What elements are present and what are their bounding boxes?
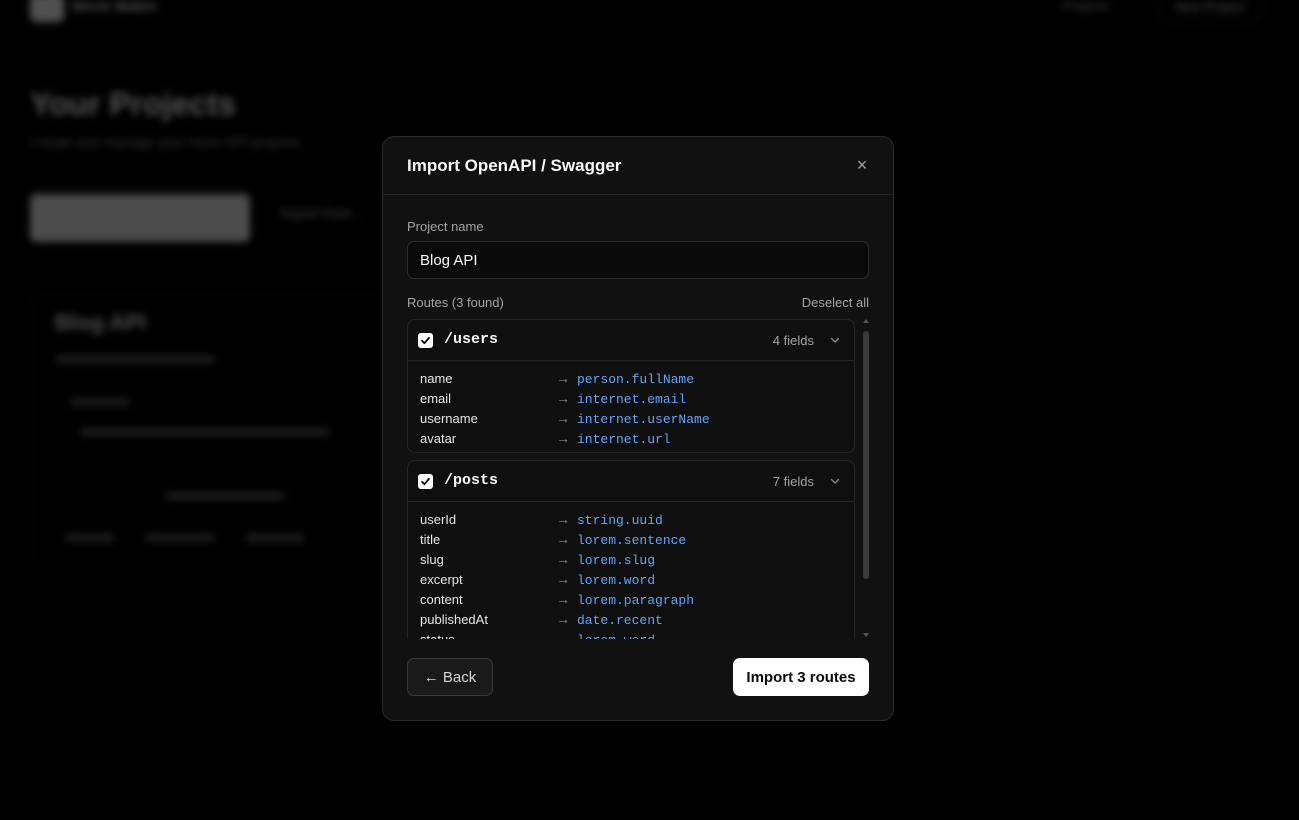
routes-list[interactable]: /users 4 fields name → person.fullName ema… — [407, 319, 870, 639]
page-subtitle: Create and manage your mock API projects — [30, 134, 301, 150]
new-project-nav-button: New Project — [1158, 0, 1263, 21]
field-name: userId — [420, 512, 457, 527]
faker-type: lorem.paragraph — [577, 593, 695, 608]
page-title: Your Projects — [30, 86, 236, 122]
route-path: /posts — [444, 472, 499, 489]
routes-count-label: Routes (3 found) — [407, 295, 504, 310]
field-row: publishedAt → date.recent — [420, 610, 842, 630]
faker-type: internet.userName — [577, 412, 710, 427]
scroll-up-arrow-icon[interactable] — [863, 319, 869, 323]
arrow-icon: → — [556, 571, 570, 587]
faker-type: lorem.slug — [577, 553, 656, 568]
faker-type: lorem.word — [577, 573, 656, 588]
field-row: name → person.fullName — [420, 369, 842, 389]
chevron-down-icon[interactable] — [828, 474, 842, 488]
arrow-icon: → — [556, 551, 570, 567]
faker-type: string.uuid — [577, 513, 663, 528]
project-name-label: Project name — [407, 219, 484, 234]
field-name: name — [420, 371, 453, 386]
app-brand: Mock Maker — [72, 0, 158, 15]
route-header[interactable]: /posts 7 fields — [408, 461, 854, 502]
project-name-input[interactable] — [407, 241, 869, 279]
import-link: Import from... — [280, 205, 364, 221]
field-name: email — [420, 391, 452, 406]
deselect-all-button[interactable]: Deselect all — [802, 295, 869, 310]
route-field-count: 4 fields — [772, 333, 814, 348]
app-logo — [30, 0, 64, 22]
field-name: content — [420, 592, 463, 607]
field-row: email → internet.email — [420, 389, 842, 409]
field-name: title — [420, 532, 441, 547]
field-row: avatar → internet.url — [420, 429, 842, 449]
placeholder-line — [70, 398, 130, 406]
scroll-thumb[interactable] — [863, 331, 869, 579]
faker-type: date.recent — [577, 613, 663, 628]
modal-title: Import OpenAPI / Swagger — [407, 156, 622, 175]
field-row: content → lorem.paragraph — [420, 590, 842, 610]
field-name: status — [420, 632, 455, 639]
route-fields: userId → string.uuid title → lorem.sentence … — [408, 502, 854, 639]
field-name: username — [420, 411, 478, 426]
arrow-icon: → — [556, 370, 570, 386]
field-name: excerpt — [420, 572, 463, 587]
field-name: publishedAt — [420, 612, 488, 627]
project-card-title: Blog API — [55, 310, 146, 335]
arrow-icon: → — [556, 531, 570, 547]
field-row: status → lorem.word — [420, 630, 842, 639]
placeholder-line — [245, 534, 305, 542]
scroll-down-arrow-icon[interactable] — [863, 633, 869, 637]
route-checkbox[interactable] — [418, 333, 433, 348]
route-card-posts: /posts 7 fields userId → string.uuid title… — [407, 460, 855, 639]
routes-scrollbar[interactable] — [862, 319, 870, 639]
field-name: avatar — [420, 431, 457, 446]
placeholder-line — [55, 355, 215, 363]
route-card-users: /users 4 fields name → person.fullName ema… — [407, 319, 855, 453]
modal-header: Import OpenAPI / Swagger × — [383, 137, 893, 195]
faker-type: internet.email — [577, 392, 687, 407]
field-row: userId → string.uuid — [420, 510, 842, 530]
field-row: title → lorem.sentence — [420, 530, 842, 550]
arrow-icon: → — [556, 631, 570, 639]
arrow-icon: → — [556, 591, 570, 607]
import-openapi-modal: Import OpenAPI / Swagger × Project name … — [382, 136, 894, 721]
field-row: slug → lorem.slug — [420, 550, 842, 570]
field-row: excerpt → lorem.word — [420, 570, 842, 590]
placeholder-line — [80, 428, 330, 436]
import-routes-button[interactable]: Import 3 routes — [733, 658, 869, 696]
route-field-count: 7 fields — [772, 474, 814, 489]
route-header[interactable]: /users 4 fields — [408, 320, 854, 361]
faker-type: person.fullName — [577, 372, 695, 387]
arrow-icon: → — [556, 390, 570, 406]
field-name: slug — [420, 552, 444, 567]
chevron-down-icon[interactable] — [828, 333, 842, 347]
route-checkbox[interactable] — [418, 474, 433, 489]
placeholder-line — [165, 492, 285, 500]
placeholder-line — [145, 534, 215, 542]
arrow-icon: → — [556, 410, 570, 426]
back-button[interactable]: ← Back — [407, 658, 493, 696]
route-path: /users — [444, 331, 499, 348]
faker-type: internet.url — [577, 432, 671, 447]
nav-link-projects: Projects — [1062, 0, 1109, 13]
faker-type: lorem.word — [577, 633, 655, 639]
arrow-icon: → — [556, 511, 570, 527]
placeholder-line — [65, 534, 115, 542]
route-fields: name → person.fullName email → internet.emai… — [408, 361, 854, 452]
arrow-icon: → — [556, 611, 570, 627]
close-icon[interactable]: × — [853, 156, 871, 174]
field-row: username → internet.userName — [420, 409, 842, 429]
arrow-icon: → — [556, 430, 570, 446]
create-project-button — [30, 194, 250, 242]
faker-type: lorem.sentence — [577, 533, 687, 548]
